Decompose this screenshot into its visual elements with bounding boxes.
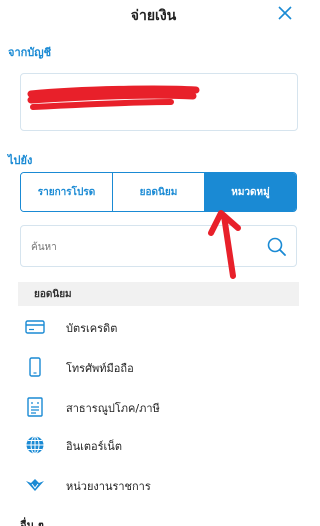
list-item-credit-card[interactable]: บัตรเครดิต <box>18 308 299 344</box>
mobile-phone-icon <box>29 357 41 377</box>
list-item-internet[interactable]: อินเตอร์เน็ต <box>18 426 299 462</box>
to-label: ไปยัง <box>8 154 33 167</box>
popular-section-header: ยอดนิยม <box>18 282 299 306</box>
page-title: จ่ายเงิน <box>130 8 177 24</box>
tab-categories[interactable]: หมวดหมู่ <box>205 173 296 211</box>
credit-card-icon <box>25 320 45 334</box>
government-emblem-icon <box>26 479 44 491</box>
search-input[interactable] <box>31 238 251 256</box>
list-item-label: บัตรเครดิต <box>66 322 118 335</box>
list-item-utilities-tax[interactable]: สาธารณูปโภค/ภาษี <box>18 388 299 424</box>
list-item-label: โทรศัพท์มือถือ <box>66 362 134 375</box>
close-icon[interactable] <box>275 3 295 23</box>
popular-section-label: ยอดนิยม <box>34 289 72 300</box>
more-section-label: อื่น ๆ <box>20 519 44 526</box>
from-account-label: จากบัญชี <box>8 46 52 59</box>
from-account-selector[interactable] <box>20 73 298 131</box>
list-item-label: อินเตอร์เน็ต <box>66 440 122 453</box>
search-box <box>20 225 297 267</box>
list-item-government[interactable]: หน่วยงานราชการ <box>18 466 299 502</box>
utility-bill-icon <box>27 397 43 417</box>
list-item-mobile-phone[interactable]: โทรศัพท์มือถือ <box>18 348 299 384</box>
redaction-scribble <box>27 85 200 110</box>
tab-popular[interactable]: ยอดนิยม <box>113 173 205 211</box>
tab-favorites[interactable]: รายการโปรด <box>21 173 113 211</box>
search-icon[interactable] <box>266 236 288 258</box>
list-item-label: หน่วยงานราชการ <box>66 480 151 493</box>
globe-icon <box>26 436 44 454</box>
category-tabs: รายการโปรด ยอดนิยม หมวดหมู่ <box>20 172 297 212</box>
list-item-label: สาธารณูปโภค/ภาษี <box>66 402 160 415</box>
header: จ่ายเงิน <box>0 0 307 30</box>
